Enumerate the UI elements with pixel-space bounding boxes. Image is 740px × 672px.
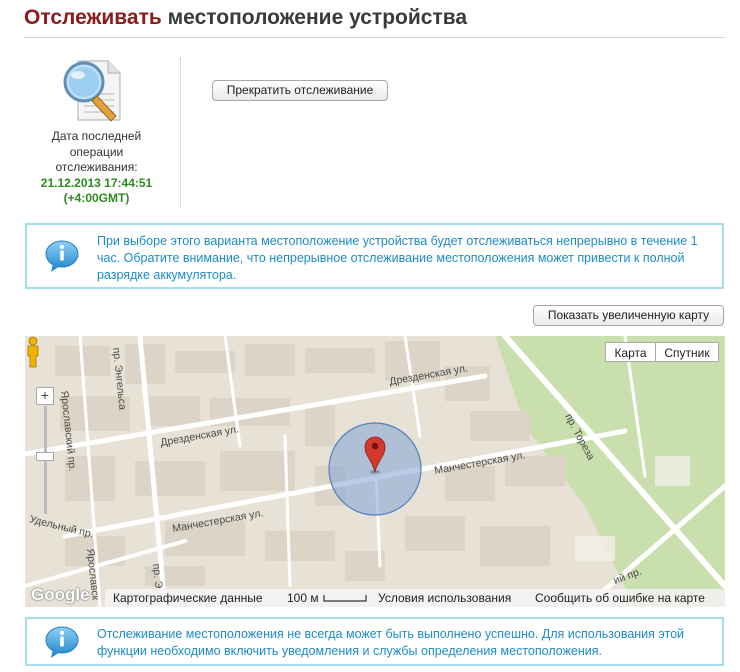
- info-bubble-icon: [45, 626, 79, 658]
- map-type-map-button[interactable]: Карта: [605, 342, 656, 362]
- last-tracking-status: Дата последней операции отслеживания: 21…: [24, 129, 169, 207]
- zoom-slider-thumb[interactable]: [36, 452, 54, 461]
- google-logo[interactable]: Google: [31, 585, 90, 605]
- status-label-line1: Дата последней: [51, 129, 142, 143]
- report-error-link[interactable]: Сообщить об ошибке на карте: [535, 589, 705, 607]
- location-map[interactable]: Дрезденская ул. Дрезденская ул. Манчесте…: [25, 336, 725, 607]
- map-type-satellite-button[interactable]: Спутник: [655, 342, 719, 362]
- info-notice-reliability: Отслеживание местоположения не всегда мо…: [25, 617, 724, 666]
- info-bubble-icon: [45, 240, 79, 272]
- page-title-rest: местоположение устройства: [161, 6, 468, 29]
- status-label-line2: операции: [69, 144, 124, 159]
- map-canvas[interactable]: Дрезденская ул. Дрезденская ул. Манчесте…: [25, 336, 725, 607]
- status-timezone: (+4:00GMT): [63, 191, 130, 205]
- terms-link[interactable]: Условия использования: [378, 589, 511, 607]
- map-data-label[interactable]: Картографические данные: [113, 589, 263, 607]
- info-notice-text: При выборе этого варианта местоположение…: [97, 234, 698, 282]
- vertical-divider: [180, 58, 181, 208]
- show-bigger-map-button[interactable]: Показать увеличенную карту: [533, 305, 724, 326]
- info-notice-continuous: При выборе этого варианта местоположение…: [25, 223, 724, 289]
- status-label-line3: отслеживания:: [55, 160, 138, 174]
- info-notice-text: Отслеживание местоположения не всегда мо…: [97, 627, 685, 658]
- search-document-icon: [63, 60, 121, 122]
- stop-tracking-button[interactable]: Прекратить отслеживание: [212, 80, 388, 101]
- street-view-pegman-icon[interactable]: [25, 336, 41, 368]
- map-footer: Картографические данные 100 м Условия ис…: [105, 589, 725, 607]
- scale-bar: [323, 595, 367, 602]
- status-datetime: 21.12.2013 17:44:51: [40, 175, 153, 190]
- page-title: Отслеживать местоположение устройства: [24, 6, 467, 30]
- page-title-accent: Отслеживать: [24, 6, 162, 29]
- zoom-in-button[interactable]: +: [36, 387, 54, 405]
- scale-label: 100 м: [287, 591, 319, 605]
- title-divider: [24, 37, 725, 38]
